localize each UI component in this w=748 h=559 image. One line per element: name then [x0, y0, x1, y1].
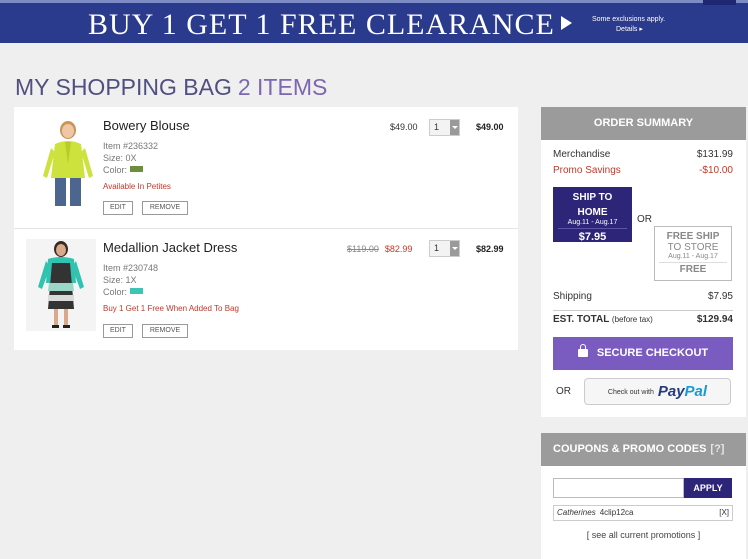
ship-store-line2: TO STORE — [667, 242, 719, 253]
cart-item: Medallion Jacket Dress Item #230748 Size… — [14, 229, 518, 350]
unit-price: $119.00 $82.99 — [347, 244, 412, 254]
merchandise-row: Merchandise $131.99 — [553, 149, 733, 160]
banner-exclusions-text: Some exclusions apply. — [592, 16, 666, 23]
cart-list: Bowery Blouse Item #236332 Size: 0X Colo… — [14, 107, 518, 350]
ship-store-line1: FREE SHIP — [666, 231, 720, 242]
promo-banner[interactable]: BUY 1 GET 1 FREE CLEARANCE Some exclusio… — [0, 0, 748, 43]
coupons-heading-text: COUPONS & PROMO CODES — [553, 443, 707, 455]
estimated-total-row: EST. TOTAL (before tax) $129.94 — [553, 310, 733, 325]
applied-coupon-brand: Catherines — [557, 508, 596, 517]
play-arrow-icon — [560, 16, 572, 30]
ship-home-dates: Aug.11 - Aug.17 — [567, 219, 618, 226]
promo-savings-value: -$10.00 — [699, 165, 733, 176]
banner-headline[interactable]: BUY 1 GET 1 FREE CLEARANCE — [88, 8, 572, 42]
promo-savings-label: Promo Savings — [553, 165, 621, 176]
quantity-value: 1 — [434, 122, 440, 132]
chevron-down-icon — [450, 120, 459, 135]
paypal-logo-pay: Pay — [657, 383, 685, 400]
page-title: MY SHOPPING BAG 2 ITEMS — [15, 74, 327, 101]
before-tax-note: (before tax) — [611, 315, 653, 324]
page-title-text: MY SHOPPING BAG — [15, 74, 232, 100]
estimated-total-label: EST. TOTAL — [553, 314, 610, 325]
shipping-row: Shipping $7.95 — [553, 291, 733, 302]
paypal-logo: PayPal — [658, 383, 707, 400]
banner-exclusions: Some exclusions apply. Details ▸ — [592, 15, 665, 35]
lock-icon — [577, 344, 588, 357]
sale-price: $82.99 — [384, 244, 413, 254]
paypal-prefix: Check out with — [607, 389, 654, 396]
color-swatch — [130, 166, 144, 172]
quantity-select[interactable]: 1 — [429, 119, 460, 136]
ship-to-store-option[interactable]: FREE SHIP TO STORE Aug.11 - Aug.17 FREE — [654, 226, 732, 281]
petites-note-link[interactable]: Available In Petites — [103, 182, 171, 191]
product-details: Item #230748 Size: 1X Color: — [103, 262, 158, 298]
order-summary: ORDER SUMMARY Merchandise $131.99 Promo … — [541, 107, 746, 417]
order-summary-heading: ORDER SUMMARY — [541, 107, 746, 140]
paypal-checkout-button[interactable]: Check out with PayPal — [584, 378, 731, 405]
remove-coupon-button[interactable]: [X] — [719, 506, 729, 520]
product-name-link[interactable]: Bowery Blouse — [103, 118, 190, 133]
ship-to-home-option[interactable]: SHIP TO HOME Aug.11 - Aug.17 $7.95 — [553, 187, 632, 243]
ship-store-price: FREE — [659, 262, 727, 275]
item-color: Color: — [103, 286, 158, 298]
remove-button[interactable]: REMOVE — [142, 324, 188, 338]
item-count: 2 ITEMS — [237, 74, 328, 100]
banner-corner-tab — [703, 0, 736, 5]
paypal-logo-pal: Pal — [684, 383, 708, 400]
remove-button[interactable]: REMOVE — [142, 201, 188, 215]
cart-item: Bowery Blouse Item #236332 Size: 0X Colo… — [14, 107, 518, 229]
product-image[interactable] — [33, 118, 103, 210]
ship-home-price: $7.95 — [558, 228, 627, 243]
applied-coupon: Catherines 4clip12ca [X] — [553, 505, 733, 521]
item-size: Size: 0X — [103, 153, 137, 163]
item-number: Item #236332 — [103, 141, 159, 151]
chevron-down-icon — [450, 241, 459, 256]
coupons-panel: COUPONS & PROMO CODES [?] APPLY Catherine… — [541, 433, 746, 559]
coupons-help-link[interactable]: [?] — [710, 443, 724, 455]
edit-button[interactable]: EDIT — [103, 324, 133, 338]
original-price: $119.00 — [347, 244, 379, 254]
secure-checkout-button[interactable]: SECURE CHECKOUT — [553, 337, 733, 370]
merchandise-label: Merchandise — [553, 149, 611, 160]
item-number: Item #230748 — [103, 263, 159, 273]
estimated-total-value: $129.94 — [696, 314, 733, 325]
see-all-promotions-link[interactable]: [ see all current promotions ] — [541, 530, 746, 540]
item-color-label: Color: — [103, 287, 128, 297]
edit-button[interactable]: EDIT — [103, 201, 133, 215]
unit-price: $49.00 — [390, 122, 418, 132]
promo-savings-row: Promo Savings -$10.00 — [553, 165, 733, 176]
product-image[interactable] — [26, 239, 96, 331]
ship-home-line1: SHIP TO — [572, 192, 613, 203]
banner-details-link[interactable]: Details ▸ — [592, 25, 665, 35]
line-total: $82.99 — [476, 244, 504, 254]
promo-note: Buy 1 Get 1 Free When Added To Bag — [103, 304, 239, 313]
quantity-select[interactable]: 1 — [429, 240, 460, 257]
ship-home-line2: HOME — [577, 207, 608, 218]
promo-code-input[interactable] — [553, 478, 684, 498]
item-color: Color: — [103, 164, 158, 176]
coupons-heading: COUPONS & PROMO CODES [?] — [541, 433, 746, 466]
line-total: $49.00 — [476, 122, 504, 132]
shipping-label: Shipping — [553, 291, 592, 302]
paypal-or-label: OR — [556, 386, 571, 397]
quantity-value: 1 — [434, 243, 440, 253]
item-size: Size: 1X — [103, 275, 137, 285]
color-swatch — [130, 288, 144, 294]
merchandise-value: $131.99 — [696, 149, 733, 160]
shipping-value: $7.95 — [707, 291, 733, 302]
ship-store-dates: Aug.11 - Aug.17 — [668, 253, 718, 260]
applied-coupon-code: 4clip12ca — [599, 508, 634, 517]
ship-or-label: OR — [637, 214, 652, 225]
secure-checkout-label: SECURE CHECKOUT — [596, 347, 709, 359]
item-color-label: Color: — [103, 165, 128, 175]
banner-headline-text: BUY 1 GET 1 FREE CLEARANCE — [88, 8, 555, 41]
product-name-link[interactable]: Medallion Jacket Dress — [103, 240, 237, 255]
apply-button[interactable]: APPLY — [684, 478, 732, 498]
product-details: Item #236332 Size: 0X Color: — [103, 140, 158, 176]
